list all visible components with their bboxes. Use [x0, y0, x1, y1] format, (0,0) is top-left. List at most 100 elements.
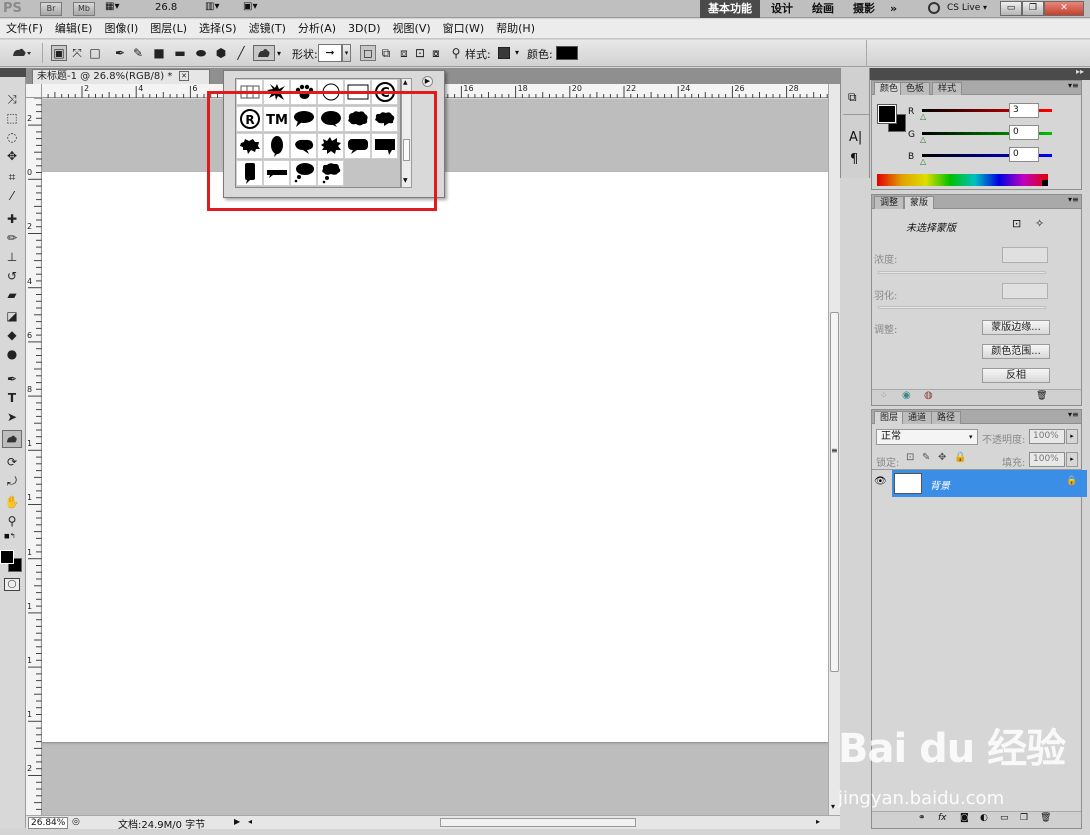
style-swatch[interactable]	[498, 47, 510, 59]
delete-mask-icon[interactable]: 🗑	[1036, 391, 1047, 401]
mask-edge-button[interactable]: 蒙版边缘...	[982, 320, 1050, 335]
more-workspaces-button[interactable]: »	[882, 0, 905, 18]
scroll-left-arrow[interactable]: ◂	[248, 817, 252, 826]
quick-mask-icon[interactable]: ◯	[4, 578, 20, 591]
color-swatch[interactable]	[556, 46, 578, 60]
shape-preview[interactable]: ➞	[318, 44, 342, 62]
line-tool-icon[interactable]: ╱	[233, 45, 249, 61]
eyedropper-tool-icon[interactable]: ⁄	[2, 187, 22, 205]
pixel-mask-icon[interactable]: ⊡	[1012, 217, 1021, 230]
paths-mode[interactable]: ⤧	[69, 45, 85, 61]
restore-button[interactable]: ❐	[1022, 1, 1044, 16]
b-slider-handle[interactable]: △	[920, 157, 926, 166]
tool-preset-picker[interactable]	[8, 45, 34, 61]
g-slider-handle[interactable]: △	[920, 135, 926, 144]
fill-input[interactable]: 100%	[1029, 452, 1065, 467]
pen-tool-icon[interactable]: ✒	[112, 45, 128, 61]
shape-dropdown-icon[interactable]: ▾	[342, 44, 351, 62]
brush-tool-icon[interactable]: ✏	[2, 229, 22, 247]
scroll-down-arrow[interactable]: ▾	[831, 802, 835, 811]
fill-dropdown-icon[interactable]: ▸	[1066, 452, 1078, 467]
disable-mask-icon[interactable]: ◍	[924, 390, 933, 401]
opacity-input[interactable]: 100%	[1029, 429, 1065, 444]
minimize-button[interactable]: ▭	[1000, 1, 1022, 16]
new-shape-layer-icon[interactable]: ◻	[360, 45, 376, 61]
geometry-options-dropdown-icon[interactable]: ▾	[277, 49, 281, 58]
polygon-tool-icon[interactable]: ⬢	[213, 45, 229, 61]
lock-position-icon[interactable]: ✥	[938, 452, 946, 463]
r-slider-handle[interactable]: △	[920, 112, 926, 121]
dodge-tool-icon[interactable]: ●	[2, 345, 22, 363]
lock-all-icon[interactable]: 🔒	[954, 452, 966, 463]
crop-tool-icon[interactable]: ⌗	[2, 168, 22, 186]
workspace-painting[interactable]: 绘画	[804, 0, 842, 18]
workspace-design[interactable]: 设计	[763, 0, 801, 18]
screen-mode-icon[interactable]: ▣▾	[243, 1, 257, 12]
vertical-ruler[interactable]: 20246811111122	[26, 98, 42, 828]
exclude-overlapping-icon[interactable]: ⧇	[428, 45, 444, 61]
quick-selection-icon[interactable]: ✥	[2, 147, 22, 165]
freeform-pen-icon[interactable]: ✎	[130, 45, 146, 61]
custom-shape-tool-icon[interactable]	[2, 430, 22, 448]
delete-layer-icon[interactable]: 🗑	[1040, 813, 1051, 823]
scroll-up-arrow[interactable]: ▲	[403, 79, 408, 86]
intersect-shape-areas-icon[interactable]: ⊡	[412, 45, 428, 61]
layer-row-background[interactable]: 背景 🔒	[892, 470, 1087, 497]
lock-transparent-icon[interactable]: ⊡	[906, 452, 914, 463]
rounded-rectangle-icon[interactable]: ▬	[172, 45, 188, 61]
menu-analysis[interactable]: 分析(A)	[292, 19, 342, 39]
foreground-color-swatch[interactable]	[0, 550, 14, 564]
pen-tool-icon[interactable]: ✒	[2, 370, 22, 388]
adjustment-layer-icon[interactable]: ◐	[980, 813, 988, 823]
g-value-input[interactable]: 0	[1009, 125, 1039, 140]
type-tool-icon[interactable]: T	[2, 389, 22, 407]
eraser-tool-icon[interactable]: ▰	[2, 286, 22, 304]
tab-layers[interactable]: 图层	[874, 411, 905, 424]
hand-tool-icon[interactable]: ✋	[2, 493, 22, 511]
default-colors-icon[interactable]: ◼↰	[4, 532, 16, 540]
b-value-input[interactable]: 0	[1009, 147, 1039, 162]
close-button[interactable]: ✕	[1044, 1, 1084, 16]
layer-style-icon[interactable]: fx	[938, 813, 947, 823]
menu-3d[interactable]: 3D(D)	[342, 19, 387, 39]
panel-menu-icon[interactable]: ▾≡	[1068, 410, 1079, 419]
new-group-icon[interactable]: ▭	[1000, 813, 1009, 823]
color-range-button[interactable]: 颜色范围...	[982, 344, 1050, 359]
menu-file[interactable]: 文件(F)	[0, 19, 49, 39]
document-tab[interactable]: 未标题-1 @ 26.8%(RGB/8) * ✕	[32, 69, 210, 84]
lock-image-icon[interactable]: ✎	[922, 452, 930, 463]
workspace-photography[interactable]: 摄影	[845, 0, 883, 18]
opacity-dropdown-icon[interactable]: ▸	[1066, 429, 1078, 444]
view-extras-icon[interactable]: ▦▾	[105, 1, 119, 12]
menu-filter[interactable]: 滤镜(T)	[243, 19, 292, 39]
healing-brush-icon[interactable]: ✚	[2, 210, 22, 228]
layer-visibility-eye-icon[interactable]: 👁	[874, 476, 887, 487]
fill-pixels-mode[interactable]: □	[87, 45, 103, 61]
r-value-input[interactable]: 3	[1009, 103, 1039, 118]
link-icon[interactable]: ⚲	[448, 45, 464, 61]
zoom-tool-icon[interactable]: ⚲	[2, 512, 22, 530]
document-canvas[interactable]	[42, 172, 828, 742]
paragraph-panel-icon[interactable]: ¶	[850, 152, 858, 167]
blend-mode-select[interactable]: 正常 ▾	[876, 429, 978, 445]
lasso-tool-icon[interactable]: ◌	[2, 128, 22, 146]
close-document-icon[interactable]: ✕	[179, 71, 189, 81]
scrollbar-thumb[interactable]	[830, 312, 839, 672]
shape-layers-mode[interactable]: ▣	[51, 45, 67, 61]
toolbox-header[interactable]	[0, 68, 26, 77]
menu-edit[interactable]: 编辑(E)	[49, 19, 99, 39]
menu-window[interactable]: 窗口(W)	[437, 19, 490, 39]
subtract-shape-area-icon[interactable]: ⧈	[396, 45, 412, 61]
mini-bridge-button[interactable]: Mb	[73, 2, 95, 16]
3d-rotate-icon[interactable]: ⟳	[2, 453, 22, 471]
3d-orbit-icon[interactable]: ⤾	[2, 472, 22, 490]
status-preview-icon[interactable]: ◎	[72, 817, 80, 827]
menu-help[interactable]: 帮助(H)	[490, 19, 541, 39]
menu-view[interactable]: 视图(V)	[387, 19, 437, 39]
menu-image[interactable]: 图像(I)	[98, 19, 144, 39]
new-layer-icon[interactable]: ❐	[1020, 813, 1028, 823]
tab-channels[interactable]: 通道	[902, 411, 933, 424]
panel-menu-icon[interactable]: ▾≡	[1068, 81, 1079, 90]
horizontal-scrollbar-thumb[interactable]	[440, 818, 636, 827]
cslive-button[interactable]: CS Live	[947, 3, 980, 13]
